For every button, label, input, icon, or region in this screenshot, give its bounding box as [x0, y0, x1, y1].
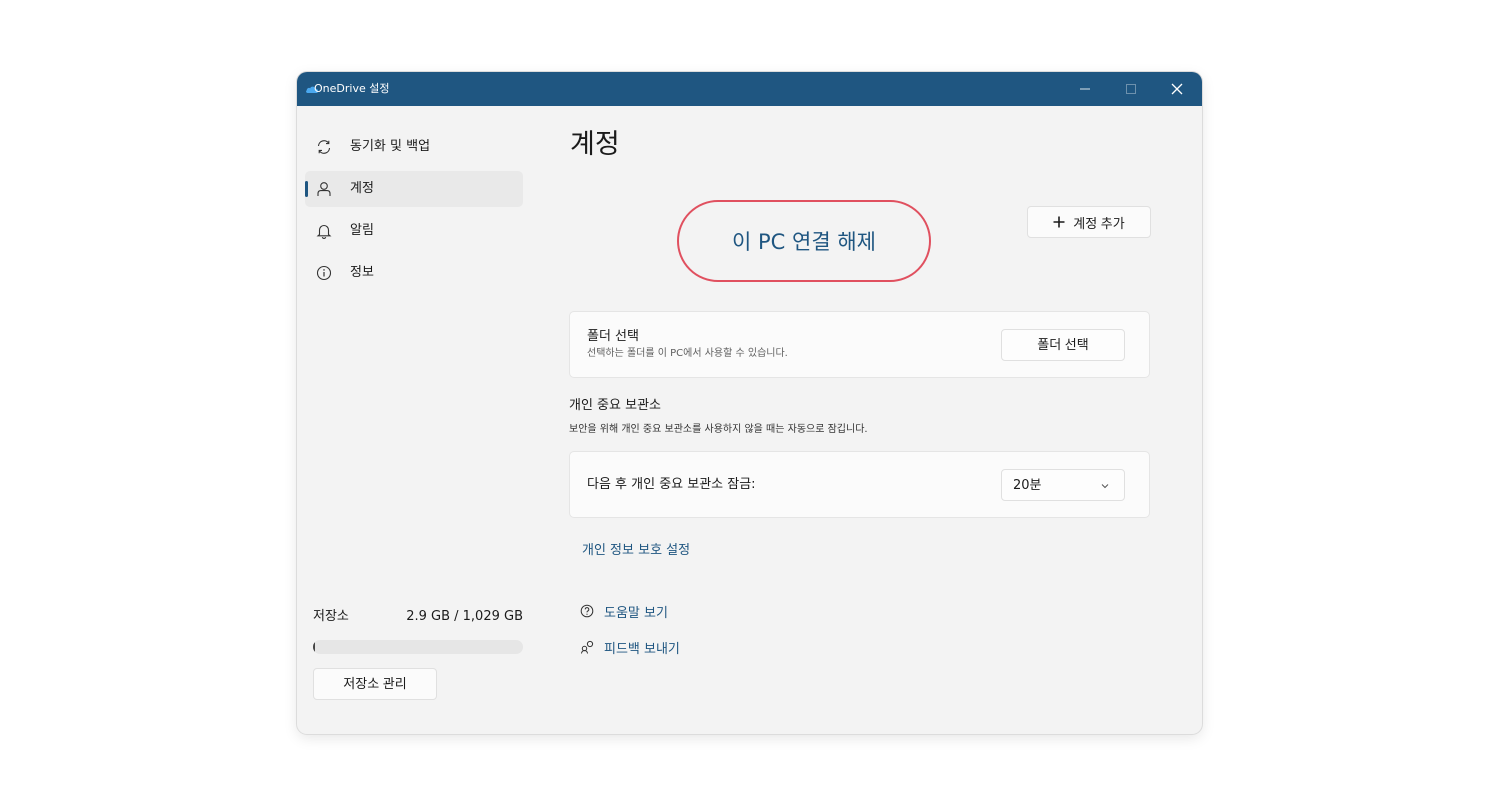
choose-folders-description: 선택하는 폴더를 이 PC에서 사용할 수 있습니다.: [587, 348, 788, 359]
privacy-settings-link[interactable]: 개인 정보 보호 설정: [582, 543, 690, 559]
sidebar-item-label: 동기화 및 백업: [350, 139, 431, 154]
disconnect-pc-link[interactable]: 이 PC 연결 해제: [677, 200, 931, 282]
close-button[interactable]: [1154, 72, 1200, 106]
send-feedback-label: 피드백 보내기: [604, 641, 680, 657]
send-feedback-link[interactable]: 피드백 보내기: [580, 638, 680, 657]
sync-icon: [317, 140, 331, 154]
sidebar-item-about[interactable]: 정보: [305, 255, 523, 291]
maximize-icon: [1126, 84, 1136, 94]
help-icon: [580, 604, 594, 618]
manage-storage-button[interactable]: 저장소 관리: [313, 668, 437, 700]
info-icon: [316, 265, 332, 281]
minimize-button[interactable]: [1062, 72, 1108, 106]
vault-lock-select[interactable]: 20분: [1001, 469, 1125, 501]
storage-progress-fill: [313, 642, 315, 652]
vault-lock-value: 20분: [1013, 478, 1042, 493]
close-icon: [1171, 83, 1183, 95]
storage-label: 저장소: [313, 609, 349, 624]
maximize-button[interactable]: [1108, 72, 1154, 106]
sidebar-item-sync-backup[interactable]: 동기화 및 백업: [305, 129, 523, 165]
personal-vault-description: 보안을 위해 개인 중요 보관소를 사용하지 않을 때는 자동으로 잠깁니다.: [569, 424, 868, 435]
feedback-icon: [581, 640, 594, 654]
sidebar-item-label: 알림: [350, 223, 374, 238]
choose-folders-card: 폴더 선택 선택하는 폴더를 이 PC에서 사용할 수 있습니다. 폴더 선택: [569, 311, 1150, 378]
minimize-icon: [1080, 88, 1090, 90]
storage-usage-value: 2.9 GB / 1,029 GB: [406, 609, 523, 624]
choose-folders-button[interactable]: 폴더 선택: [1001, 329, 1125, 361]
sidebar-item-label: 정보: [350, 265, 374, 280]
chevron-down-icon: [1101, 484, 1109, 489]
person-icon: [317, 182, 331, 196]
active-indicator: [305, 181, 308, 197]
sidebar-item-account[interactable]: 계정: [305, 171, 523, 207]
get-help-link[interactable]: 도움말 보기: [580, 602, 668, 621]
sidebar-item-label: 계정: [350, 181, 374, 196]
sidebar-item-notifications[interactable]: 알림: [305, 213, 523, 249]
choose-folders-title: 폴더 선택: [587, 329, 639, 344]
page-title: 계정: [570, 129, 620, 160]
get-help-label: 도움말 보기: [604, 605, 668, 621]
vault-lock-card: 다음 후 개인 중요 보관소 잠금: 20분: [569, 451, 1150, 518]
bell-icon: [316, 224, 332, 239]
vault-lock-label: 다음 후 개인 중요 보관소 잠금:: [587, 477, 756, 492]
storage-progress-bar: [313, 640, 523, 654]
window-title: OneDrive 설정: [314, 82, 390, 95]
personal-vault-title: 개인 중요 보관소: [569, 398, 661, 413]
plus-icon: [1053, 216, 1065, 228]
title-bar[interactable]: OneDrive 설정: [297, 72, 1202, 106]
onedrive-settings-window: OneDrive 설정 동기화 및 백업 계정 알림 정보 저장소 2.9 GB…: [297, 72, 1202, 734]
add-account-button[interactable]: 계정 추가: [1027, 206, 1151, 238]
add-account-label: 계정 추가: [1073, 215, 1125, 231]
